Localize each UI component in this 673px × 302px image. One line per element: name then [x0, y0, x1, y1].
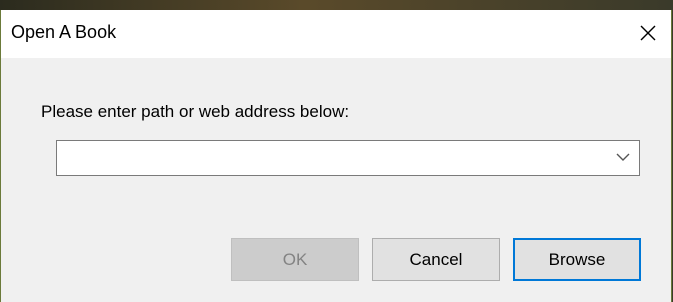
- close-button[interactable]: [625, 10, 671, 56]
- path-input[interactable]: [57, 141, 607, 175]
- browse-button[interactable]: Browse: [513, 238, 641, 281]
- dropdown-button[interactable]: [607, 141, 639, 175]
- path-combobox[interactable]: [56, 140, 640, 176]
- window-title: Open A Book: [11, 22, 117, 42]
- close-icon: [639, 24, 657, 42]
- open-book-dialog: Open A Book Please enter path or web add…: [0, 10, 672, 302]
- cancel-button[interactable]: Cancel: [372, 238, 500, 281]
- chevron-down-icon: [616, 149, 630, 167]
- title-bar[interactable]: Open A Book: [1, 10, 671, 58]
- ok-button[interactable]: OK: [231, 238, 359, 281]
- path-prompt-label: Please enter path or web address below:: [41, 102, 350, 121]
